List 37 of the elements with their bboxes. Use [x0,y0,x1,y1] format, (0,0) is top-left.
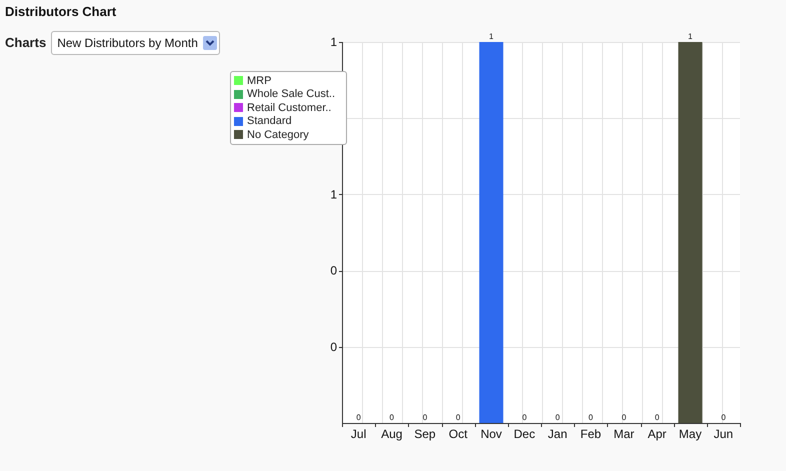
data-label: 1 [489,32,494,41]
data-label: 1 [688,32,692,41]
tick-label: Jul [350,427,366,441]
legend-label: No Category [247,128,309,141]
charts-label: Charts [5,35,46,50]
tick-label: Jun [714,427,734,441]
legend-label: Retail Customer.. [247,102,332,114]
page-title: Distributors Chart [4,3,118,21]
data-label: 0 [356,413,361,422]
tick-label: Oct [448,427,468,441]
tick-label: Feb [580,427,602,441]
tick-label: Sep [414,427,436,441]
tick-label: 1 [330,187,337,202]
tick-label: 0 [330,340,337,354]
data-label: 0 [422,413,428,422]
tick-label: 1 [330,35,337,49]
legend-label: MRP [247,74,272,87]
tick-label: Jan [548,427,568,441]
chart-select[interactable]: New Distributors by Month [51,31,220,55]
data-label: 0 [654,413,660,422]
data-label: 0 [555,413,560,422]
tick-label: Dec [514,427,536,441]
legend-label: Whole Sale Cust.. [247,88,336,100]
tick-label: Nov [480,427,502,441]
data-label: 0 [390,413,394,422]
data-label: 0 [622,413,626,422]
tick-label: Mar [614,427,634,441]
tick-label: 0 [330,264,337,278]
dropdown-icon[interactable] [202,36,217,50]
tick-label: Aug [381,427,402,441]
data-label: 0 [456,413,460,422]
data-label: 0 [588,413,593,422]
data-label: 0 [522,413,527,422]
data-label: 0 [721,413,726,422]
tick-label: May [678,427,702,441]
legend-label: Standard [247,115,292,128]
tick-label: Apr [648,427,666,441]
